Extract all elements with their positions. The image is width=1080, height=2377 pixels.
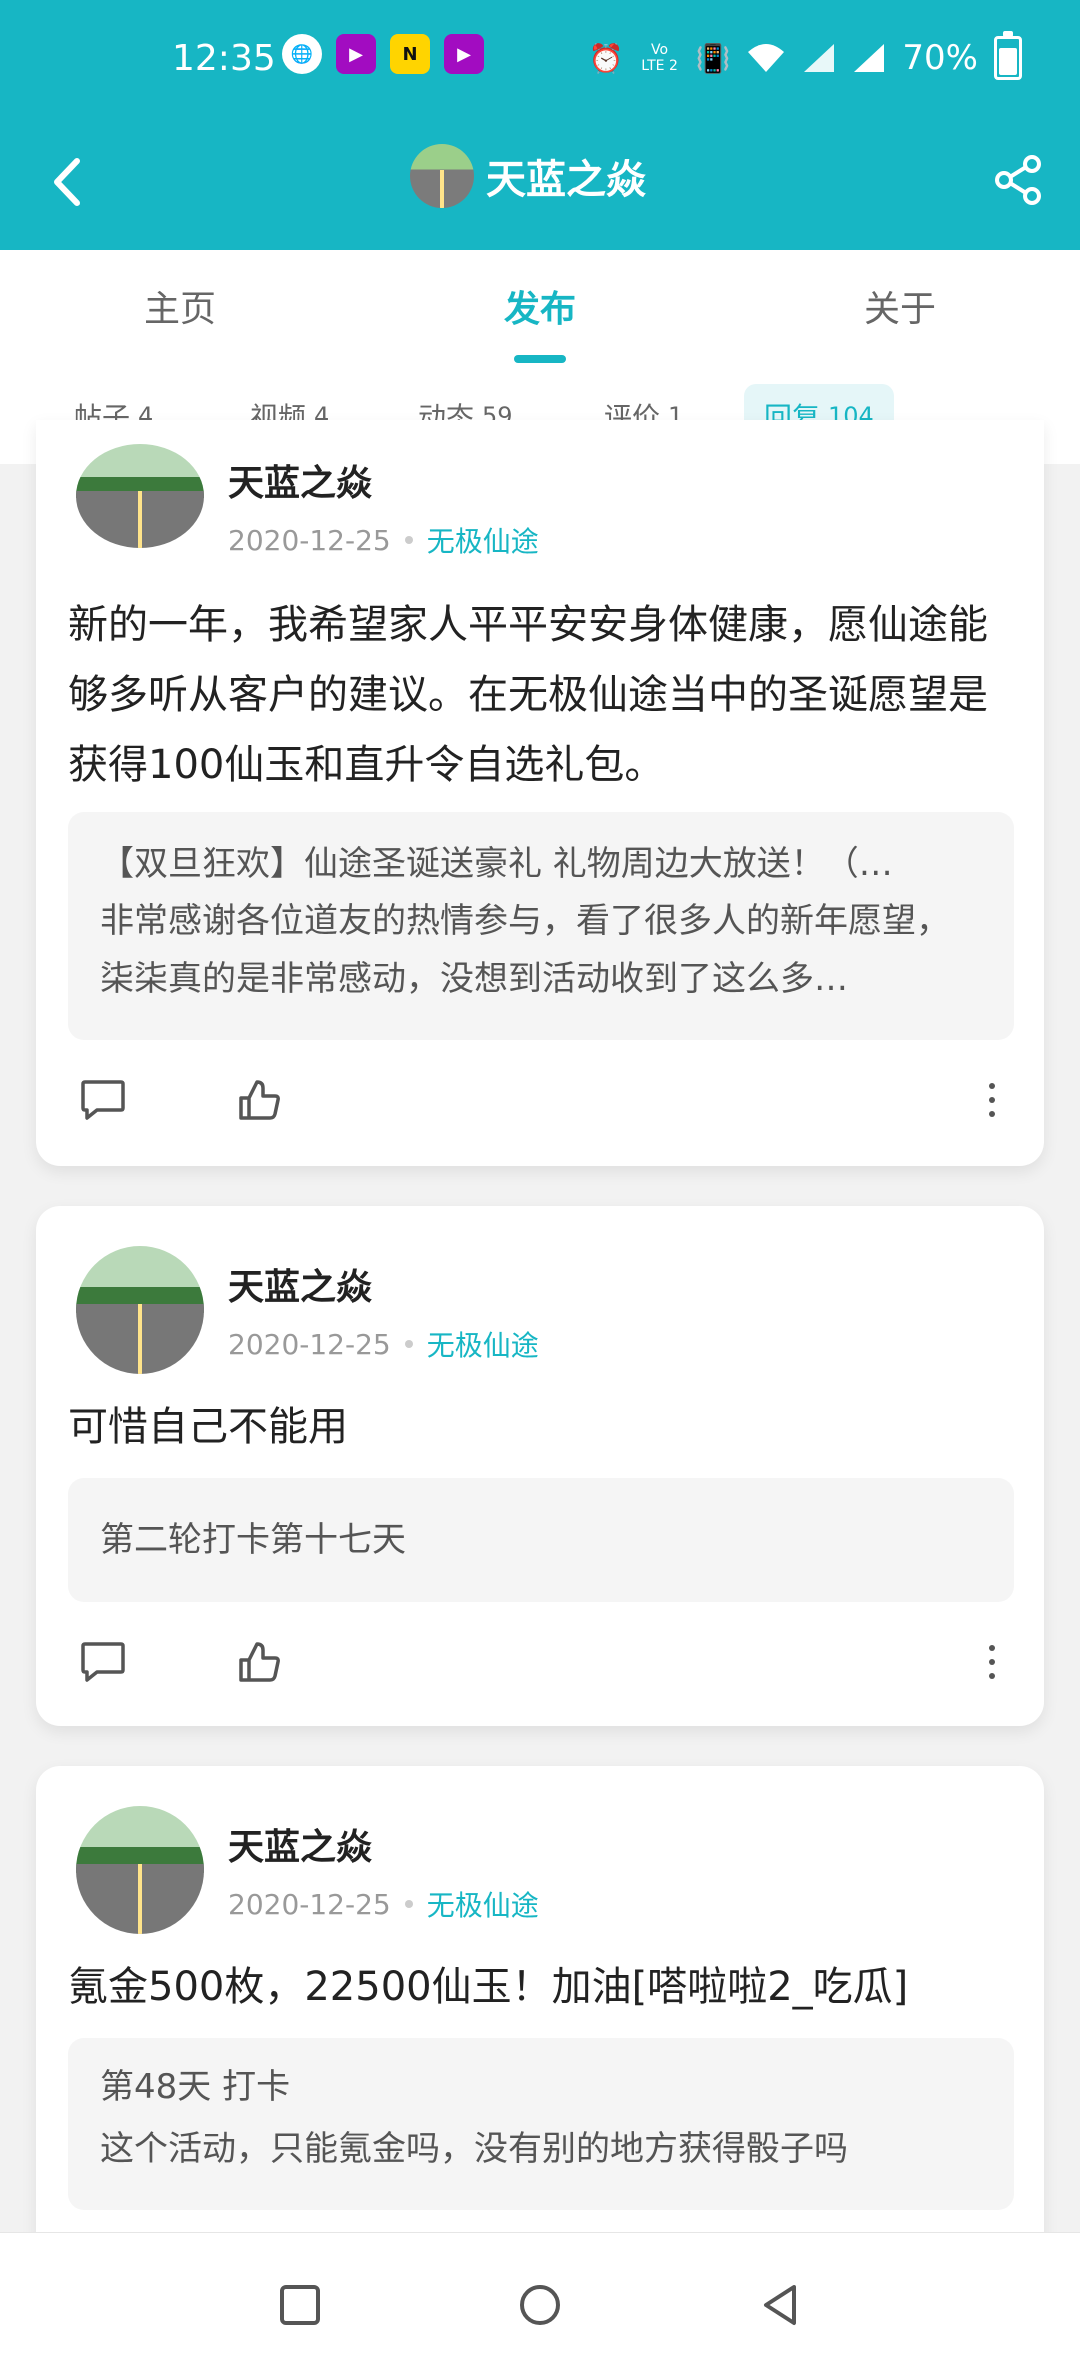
quote-body: 非常感谢各位道友的热情参与，看了很多人的新年愿望，柒柒真的是非常感动，没想到活动… xyxy=(100,892,982,1008)
separator-dot xyxy=(404,1340,413,1348)
more-dot xyxy=(989,1097,995,1103)
quoted-post[interactable]: 第二轮打卡第十七天 xyxy=(68,1478,1014,1602)
author-name[interactable]: 天蓝之焱 xyxy=(228,454,372,506)
post-meta: 2020-12-25 无极仙途 xyxy=(228,520,539,560)
quote-title: 【双旦狂欢】仙途圣诞送豪礼 礼物周边大放送！（… xyxy=(100,844,893,884)
tab-home[interactable]: 主页 xyxy=(144,280,216,332)
avatar xyxy=(410,144,474,208)
share-button[interactable] xyxy=(988,150,1048,210)
app-header: 12:35 🌐 ▶ N ▶ ⏰ Vo LTE 2 📳 70% 天蓝之焱 xyxy=(0,0,1080,250)
post-meta: 2020-12-25 无极仙途 xyxy=(228,1884,539,1924)
avatar[interactable] xyxy=(76,1806,204,1934)
post-card[interactable]: 天蓝之焱 2020-12-25 无极仙途 氪金500枚，22500仙玉！加油[嗒… xyxy=(36,1766,1044,2286)
comment-button[interactable] xyxy=(68,1627,138,1697)
share-icon xyxy=(995,155,1041,205)
author-name[interactable]: 天蓝之焱 xyxy=(228,1818,372,1870)
thumbs-up-icon xyxy=(239,1642,280,1682)
back-button[interactable] xyxy=(36,152,96,212)
post-date: 2020-12-25 xyxy=(228,1887,391,1921)
post-actions xyxy=(68,1622,1012,1702)
main-tabs: 主页 发布 关于 xyxy=(0,250,1080,365)
comment-icon xyxy=(81,1642,125,1682)
game-tag-link[interactable]: 无极仙途 xyxy=(427,520,539,560)
wifi-icon xyxy=(746,42,786,74)
thumbs-up-icon xyxy=(239,1080,280,1120)
alarm-icon: ⏰ xyxy=(588,41,624,75)
quoted-post[interactable]: 第48天 打卡 这个活动，只能氪金吗，没有别的地方获得骰子吗 xyxy=(68,2038,1014,2210)
avatar[interactable] xyxy=(76,1246,204,1374)
post-content[interactable]: 可惜自己不能用 xyxy=(68,1392,1018,1462)
system-navigation-bar xyxy=(0,2232,1080,2377)
signal-icon xyxy=(852,42,886,74)
game-tag-link[interactable]: 无极仙途 xyxy=(427,1884,539,1924)
author-name[interactable]: 天蓝之焱 xyxy=(228,1258,372,1310)
post-card[interactable]: 天蓝之焱 2020-12-25 无极仙途 可惜自己不能用 第二轮打卡第十七天 xyxy=(36,1206,1044,1726)
battery-icon xyxy=(994,36,1022,80)
comment-icon xyxy=(81,1080,125,1120)
status-left-icons: 🌐 ▶ N ▶ xyxy=(282,34,484,74)
page-title: 天蓝之焱 xyxy=(486,157,646,203)
profile-title: 天蓝之焱 xyxy=(410,144,646,208)
quoted-post[interactable]: 【双旦狂欢】仙途圣诞送豪礼 礼物周边大放送！（… 非常感谢各位道友的热情参与，看… xyxy=(68,812,1014,1040)
active-tab-indicator xyxy=(514,355,566,363)
like-button[interactable] xyxy=(224,1627,294,1697)
comment-button[interactable] xyxy=(68,1065,138,1135)
home-button[interactable] xyxy=(500,2265,580,2345)
more-dot xyxy=(989,1083,995,1089)
square-icon xyxy=(280,2285,320,2325)
tab-posts[interactable]: 发布 xyxy=(504,280,576,332)
more-dot xyxy=(989,1659,995,1665)
globe-icon: 🌐 xyxy=(282,34,322,74)
quote-line: 非常感谢各位道友的热情参与，看了很多人的新年愿望，柒柒真的是非常感动，没想到活动… xyxy=(100,901,950,999)
back-nav-button[interactable] xyxy=(740,2265,820,2345)
battery-percent: 70% xyxy=(902,38,978,78)
like-button[interactable] xyxy=(224,1065,294,1135)
circle-icon xyxy=(520,2285,560,2325)
quote-body: 这个活动，只能氪金吗，没有别的地方获得骰子吗 xyxy=(100,2129,848,2169)
game-tag-link[interactable]: 无极仙途 xyxy=(427,1324,539,1364)
post-card[interactable]: 天蓝之焱 2020-12-25 无极仙途 新的一年，我希望家人平平安安身体健康，… xyxy=(36,420,1044,1166)
quote-title: 第二轮打卡第十七天 xyxy=(100,1520,406,1560)
status-right-icons: ⏰ Vo LTE 2 📳 70% xyxy=(589,36,1022,80)
video-app-icon: ▶ xyxy=(336,34,376,74)
post-actions xyxy=(68,1060,1012,1140)
tab-about[interactable]: 关于 xyxy=(864,280,936,332)
more-dot xyxy=(989,1645,995,1651)
more-dot xyxy=(989,1111,995,1117)
video-app-icon: ▶ xyxy=(444,34,484,74)
post-date: 2020-12-25 xyxy=(228,1327,391,1361)
post-meta: 2020-12-25 无极仙途 xyxy=(228,1324,539,1364)
status-bar: 12:35 🌐 ▶ N ▶ ⏰ Vo LTE 2 📳 70% xyxy=(0,0,1080,120)
signal-icon xyxy=(802,42,836,74)
vibrate-icon: 📳 xyxy=(695,41,731,75)
separator-dot xyxy=(404,536,413,544)
more-dot xyxy=(989,1673,995,1679)
more-options-button[interactable] xyxy=(972,1627,1012,1697)
volte-icon: Vo LTE 2 xyxy=(641,42,678,74)
triangle-back-icon xyxy=(764,2285,796,2325)
quote-title: 第48天 打卡 xyxy=(100,2067,291,2107)
news-app-icon: N xyxy=(390,34,430,74)
post-date: 2020-12-25 xyxy=(228,523,391,557)
status-time: 12:35 xyxy=(172,38,276,79)
post-content[interactable]: 新的一年，我希望家人平平安安身体健康，愿仙途能够多听从客户的建议。在无极仙途当中… xyxy=(68,590,1018,800)
more-options-button[interactable] xyxy=(972,1065,1012,1135)
recent-apps-button[interactable] xyxy=(260,2265,340,2345)
separator-dot xyxy=(404,1900,413,1908)
avatar[interactable] xyxy=(76,444,204,548)
back-arrow-icon xyxy=(54,158,80,206)
nav-bar: 天蓝之焱 xyxy=(0,140,1080,250)
post-content[interactable]: 氪金500枚，22500仙玉！加油[嗒啦啦2_吃瓜] xyxy=(68,1952,1018,2022)
